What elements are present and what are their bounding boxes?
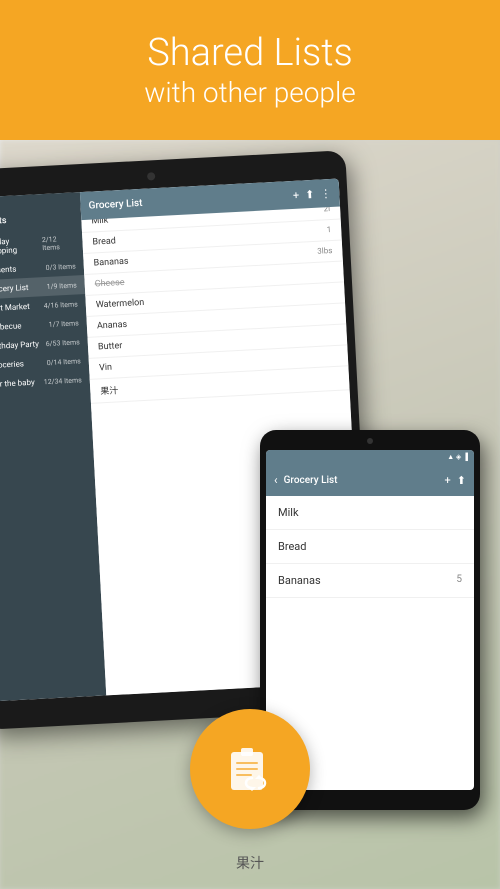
- sidebar-item-count: 1/7 Items: [48, 319, 79, 329]
- fab-button[interactable]: [190, 709, 310, 829]
- item-name: Cheese: [95, 278, 125, 290]
- phone-add-icon[interactable]: +: [445, 474, 451, 487]
- sidebar-item-count: 6/53 Items: [45, 338, 79, 348]
- more-icon[interactable]: ⋮: [320, 186, 332, 200]
- item-name: Bananas: [93, 257, 128, 269]
- phone-list-item[interactable]: Bread: [266, 530, 474, 564]
- phone-item-name: Bread: [278, 540, 307, 553]
- sidebar-item-count: 1/9 Items: [46, 281, 77, 291]
- header-line1: Shared Lists: [147, 31, 353, 77]
- list-header-title: Grocery List: [88, 197, 142, 211]
- sidebar-item-name: Grocery List: [0, 283, 29, 294]
- phone-camera: [367, 438, 373, 444]
- list-header-icons: + ⬆ ⋮: [293, 186, 332, 201]
- header-banner: Shared Lists with other people: [0, 0, 500, 140]
- item-qty: [335, 309, 336, 319]
- phone-back-icon[interactable]: ‹: [274, 473, 278, 487]
- share-icon[interactable]: ⬆: [305, 187, 315, 200]
- item-name: Butter: [98, 341, 123, 352]
- sidebar-item-count: 4/16 Items: [44, 300, 78, 310]
- item-name: Bread: [92, 236, 116, 247]
- phone-item-name: Bananas: [278, 574, 321, 587]
- sidebar-item-name: Presents: [0, 265, 17, 276]
- sidebar-item-name: Birthday Party: [0, 339, 39, 351]
- sidebar-item-count: 12/34 Items: [44, 376, 82, 386]
- phone-header-title: Grocery List: [284, 475, 439, 486]
- sidebar-item-name: Fruit Market: [0, 302, 30, 313]
- header-line2: with other people: [144, 76, 355, 109]
- sidebar-item-count: 0/14 Items: [46, 357, 80, 367]
- sidebar-item-count: 2/12 Items: [42, 234, 75, 252]
- item-name: Vin: [99, 363, 112, 374]
- fab-icon: [223, 742, 278, 797]
- scene-area: 14:36 All Lists Sunday Shopping 2/12 Ite…: [0, 140, 500, 889]
- item-qty: [333, 267, 334, 277]
- item-qty: [339, 372, 340, 385]
- phone-item-qty: 5: [456, 574, 462, 587]
- phone-status-bar: ▲ ◈ ▐: [266, 450, 474, 464]
- bottom-label: 果汁: [236, 853, 264, 873]
- phone-list-item[interactable]: Milk: [266, 496, 474, 530]
- grocery-items-list: Milk 2l Bread 1 Bananas 3lbs Cheese: [81, 195, 350, 404]
- sidebar-item-name: Sunday Shopping: [0, 235, 43, 256]
- item-qty: 1: [326, 225, 331, 235]
- item-name: Ananas: [97, 320, 128, 332]
- phone-list-item[interactable]: Bananas 5: [266, 564, 474, 598]
- tablet-camera: [147, 172, 155, 180]
- phone-header: ‹ Grocery List + ⬆: [266, 464, 474, 496]
- phone-item-name: Milk: [278, 506, 299, 519]
- item-qty: 3lbs: [317, 246, 333, 257]
- sidebar-item-count: 0/3 Items: [45, 262, 76, 272]
- item-name: Watermelon: [96, 298, 145, 311]
- item-qty: [336, 330, 337, 340]
- item-qty: [334, 288, 335, 298]
- sidebar-item-name: Groceries: [0, 359, 24, 370]
- item-name: 果汁: [100, 383, 119, 397]
- sidebar-item-for-the-baby[interactable]: For the baby 12/34 Items: [0, 370, 90, 395]
- add-icon[interactable]: +: [293, 188, 300, 201]
- phone-status-icons: ▲ ◈ ▐: [447, 453, 468, 461]
- phone-header-icons: + ⬆: [445, 474, 466, 487]
- sidebar-item-name: Barbecue: [0, 321, 22, 332]
- item-qty: [338, 351, 339, 361]
- sidebar-item-name: For the baby: [0, 378, 35, 389]
- phone-share-icon[interactable]: ⬆: [457, 474, 466, 487]
